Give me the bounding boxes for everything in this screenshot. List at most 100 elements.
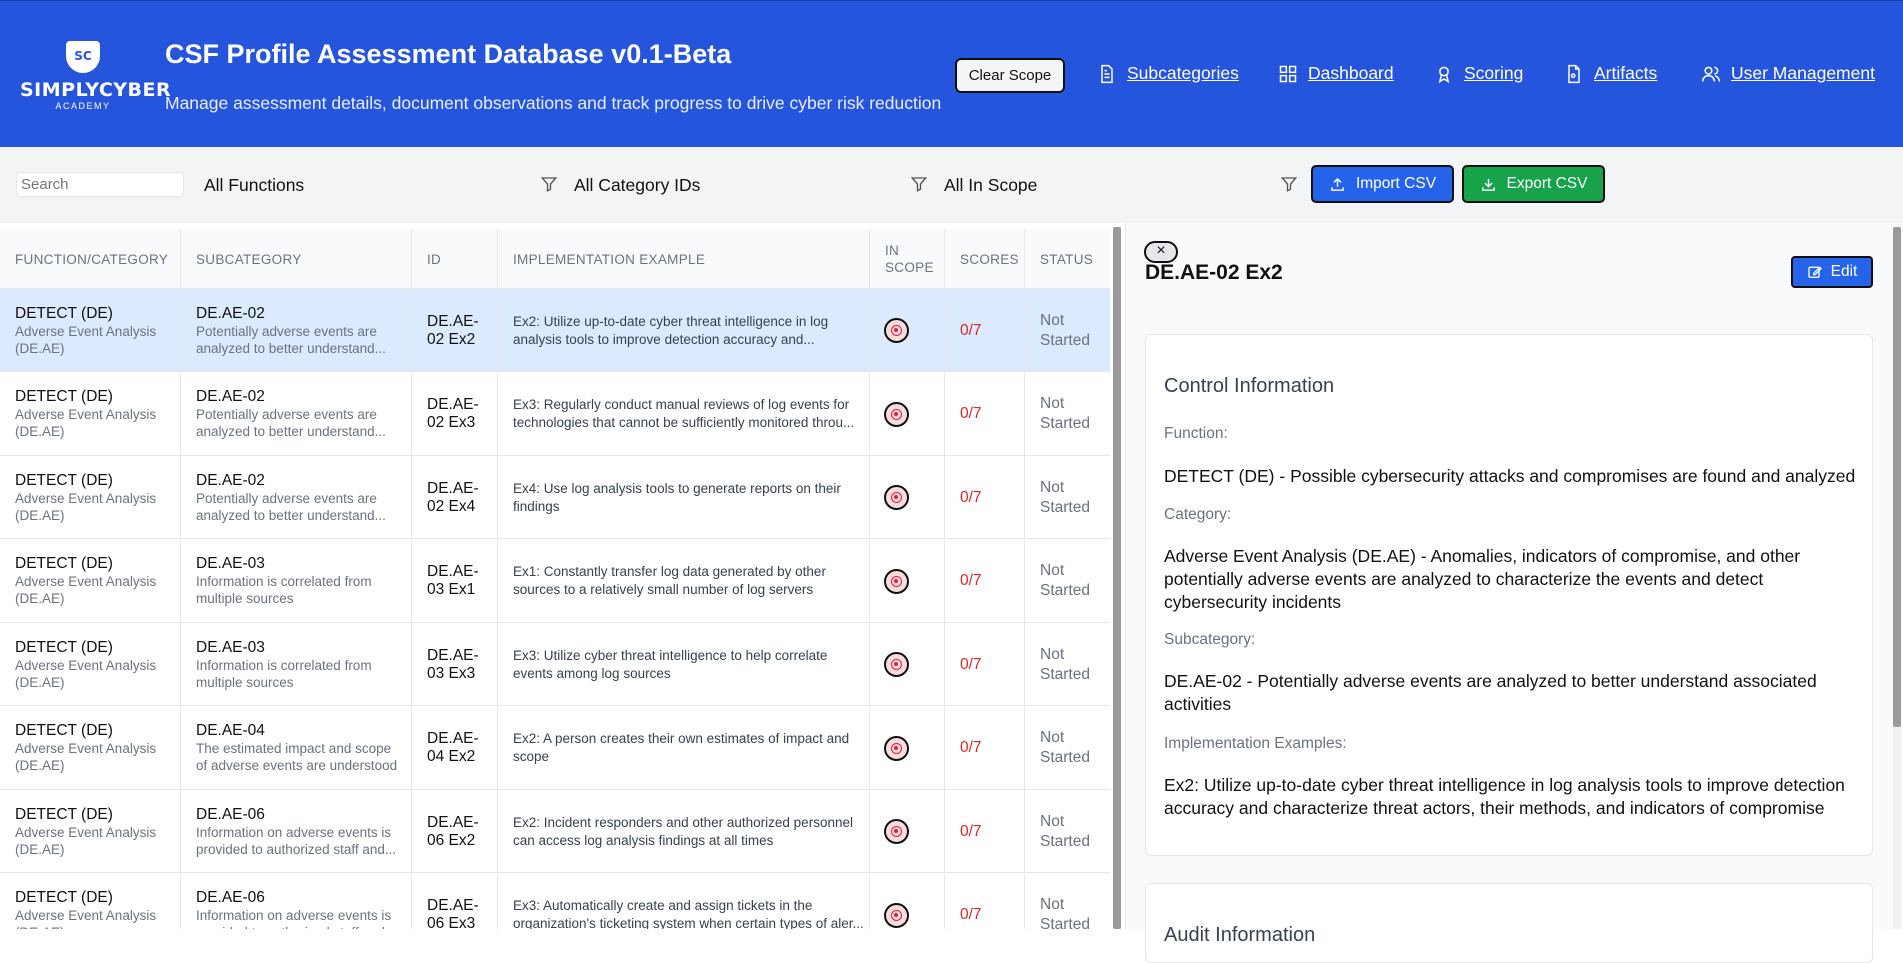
col-id[interactable]: ID (412, 229, 498, 289)
category-value: Adverse Event Analysis (DE.AE) - Anomali… (1164, 546, 1801, 612)
logo-sub: ACADEMY (55, 101, 111, 111)
col-scores[interactable]: SCORES (945, 229, 1025, 289)
implementation-cell: Ex4: Use log analysis tools to generate … (498, 456, 870, 539)
table-row[interactable]: DETECT (DE)Adverse Event Analysis(DE.AE)… (0, 372, 1110, 456)
id-cell: DE.AE- 02 Ex4 (412, 456, 498, 539)
target-icon[interactable] (884, 485, 909, 510)
target-icon[interactable] (884, 401, 909, 427)
in-scope-cell (870, 289, 945, 372)
function-filter-select[interactable]: All Functions (202, 172, 558, 198)
table-row[interactable]: DETECT (DE)Adverse Event Analysis(DE.AE)… (0, 539, 1110, 623)
section-title: Audit Information (1164, 924, 1316, 946)
col-status[interactable]: STATUS (1025, 229, 1110, 289)
target-icon[interactable] (884, 735, 909, 761)
clear-scope-button[interactable]: Clear Scope (955, 58, 1065, 93)
col-subcategory[interactable]: SUBCATEGORY (181, 229, 412, 289)
table-row[interactable]: DETECT (DE)Adverse Event Analysis(DE.AE)… (0, 289, 1110, 372)
export-csv-button[interactable]: Export CSV (1462, 165, 1605, 203)
subcategory-value: DE.AE-02 - Potentially adverse events ar… (1164, 671, 1817, 714)
detail-panel: × DE.AE-02 Ex2 Edit Control Information … (1125, 223, 1903, 963)
in-scope-cell (870, 873, 945, 929)
scores-cell: 0/7 (945, 790, 1025, 873)
subcategory-cell: DE.AE-06 Information on adverse events is… (181, 873, 412, 929)
id-cell: DE.AE- 06 Ex3 (412, 873, 498, 929)
subcategory-cell: DE.AE-03 Information is correlated from mu… (181, 539, 412, 623)
id-cell: DE.AE- 03 Ex3 (412, 623, 498, 706)
target-icon[interactable] (884, 819, 909, 844)
download-icon (1481, 178, 1495, 191)
scores-cell: 0/7 (945, 539, 1025, 623)
in-scope-cell (870, 456, 945, 539)
table-scrollbar[interactable] (1113, 227, 1121, 929)
detail-scrollbar[interactable] (1893, 227, 1901, 929)
target-icon[interactable] (884, 568, 909, 594)
id-cell: DE.AE- 02 Ex3 (412, 372, 498, 456)
close-detail-button[interactable]: × (1144, 241, 1178, 263)
import-csv-button[interactable]: Import CSV (1311, 165, 1454, 203)
target-icon[interactable] (884, 318, 909, 343)
col-in-scope[interactable]: IN SCOPE (870, 229, 945, 289)
table-row[interactable]: DETECT (DE)Adverse Event Analysis(DE.AE)… (0, 790, 1110, 873)
upload-icon (1331, 177, 1344, 191)
nav-subcategories[interactable]: Subcategories (1097, 63, 1239, 84)
implementation-label: Implementation Examples: (1164, 735, 1347, 752)
scores-cell: 0/7 (945, 372, 1025, 456)
table-row[interactable]: DETECT (DE)Adverse Event Analysis(DE.AE)… (0, 706, 1110, 790)
subcategory-label: Subcategory: (1164, 631, 1256, 648)
file-icon (1568, 64, 1580, 83)
col-implementation-example[interactable]: IMPLEMENTATION EXAMPLE (498, 229, 870, 289)
subcategory-cell: DE.AE-02 Potentially adverse events are an… (181, 372, 412, 456)
function-category-cell: DETECT (DE)Adverse Event Analysis(DE.AE) (0, 372, 181, 456)
implementation-cell: Ex3: Automatically create and assign tic… (498, 873, 870, 929)
id-cell: DE.AE- 06 Ex2 (412, 790, 498, 873)
status-cell: Not Started (1040, 896, 1090, 929)
scores-cell: 0/7 (945, 456, 1025, 539)
implementation-value: Ex2: Utilize up-to-date cyber threat int… (1164, 775, 1845, 818)
function-category-cell: DETECT (DE)Adverse Event Analysis(DE.AE) (0, 539, 181, 623)
dashboard-icon (1279, 65, 1297, 82)
control-information-card: Control Information Function: DETECT (DE… (1145, 334, 1873, 856)
nav-user-management[interactable]: User Management (1701, 63, 1875, 84)
scores-cell: 0/7 (945, 289, 1025, 372)
implementation-cell: Ex2: Utilize up-to-date cyber threat int… (498, 289, 870, 372)
subcategory-cell: DE.AE-02 Potentially adverse events are an… (181, 456, 412, 539)
logo-name: SIMPLYCYBER (20, 79, 172, 101)
category-label: Category: (1164, 506, 1232, 523)
nav-artifacts[interactable]: Artifacts (1564, 63, 1657, 84)
function-category-cell: DETECT (DE)Adverse Event Analysis(DE.AE) (0, 790, 181, 873)
scores-cell: 0/7 (945, 873, 1025, 929)
target-icon[interactable] (884, 652, 909, 677)
table-row[interactable]: DETECT (DE)Adverse Event Analysis(DE.AE)… (0, 873, 1110, 929)
function-category-cell: DETECT (DE)Adverse Event Analysis(DE.AE) (0, 623, 181, 706)
implementation-cell: Ex1: Constantly transfer log data genera… (498, 539, 870, 623)
implementation-cell: Ex2: Incident responders and other autho… (498, 790, 870, 873)
implementation-cell: Ex3: Regularly conduct manual reviews of… (498, 372, 870, 456)
in-scope-cell (870, 790, 945, 873)
scope-filter-select[interactable]: All In Scope (942, 172, 1298, 198)
app-header: SC SIMPLYCYBER ACADEMY CSF Profile Asses… (0, 0, 1903, 147)
table-row[interactable]: DETECT (DE)Adverse Event Analysis(DE.AE)… (0, 456, 1110, 539)
edit-button[interactable]: Edit (1791, 256, 1873, 288)
subcategory-cell: DE.AE-04 The estimated impact and scope of… (181, 706, 412, 790)
shield-logo-icon: SC (66, 41, 100, 73)
users-icon (1701, 66, 1721, 82)
detail-scrollbar-thumb[interactable] (1893, 227, 1901, 727)
subcategory-cell: DE.AE-02 Potentially adverse events are an… (181, 289, 412, 372)
simplycyber-logo[interactable]: SC SIMPLYCYBER ACADEMY (20, 41, 172, 111)
section-title: Control Information (1164, 375, 1335, 397)
col-function-category[interactable]: FUNCTION/CATEGORY (0, 229, 181, 289)
table-row[interactable]: DETECT (DE)Adverse Event Analysis(DE.AE)… (0, 623, 1110, 706)
target-icon[interactable] (884, 902, 909, 928)
search-input[interactable] (16, 172, 184, 197)
subcategory-cell: DE.AE-06 Information on adverse events is… (181, 790, 412, 873)
table-scrollbar-thumb[interactable] (1113, 227, 1121, 929)
in-scope-cell (870, 372, 945, 456)
document-icon (1101, 64, 1113, 83)
status-cell: Not Started (1040, 812, 1090, 850)
function-category-cell: DETECT (DE)Adverse Event Analysis(DE.AE) (0, 456, 181, 539)
category-filter-select[interactable]: All Category IDs (572, 172, 928, 198)
nav-scoring[interactable]: Scoring (1434, 63, 1523, 84)
nav-dashboard[interactable]: Dashboard (1278, 63, 1394, 84)
status-cell: Not Started (1040, 478, 1090, 516)
id-cell: DE.AE- 04 Ex2 (412, 706, 498, 790)
